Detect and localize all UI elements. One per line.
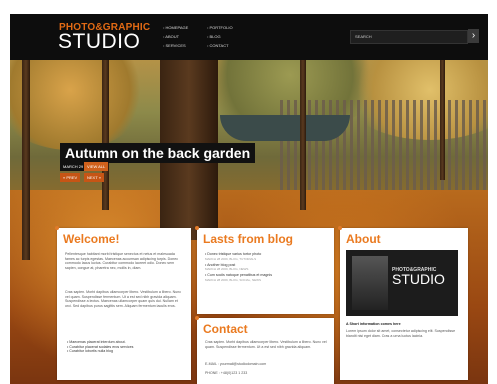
tree-trunk	[102, 60, 109, 210]
search-placeholder: SEARCH	[355, 34, 372, 39]
list-item[interactable]: Curabitur lobortis nulla blog	[67, 349, 133, 354]
prev-slide-button[interactable]: « PREV	[60, 173, 81, 182]
nav-about[interactable]: ABOUT	[163, 32, 188, 41]
blog-panel: Lasts from blog Donec tristique varius t…	[195, 226, 334, 314]
nav-services[interactable]: SERVICES	[163, 41, 188, 50]
blog-title: Lasts from blog	[203, 232, 294, 246]
boat	[220, 115, 350, 141]
list-item[interactable]: Maecenas placerat interdum about.	[67, 340, 133, 345]
welcome-list: Maecenas placerat interdum about. Curabi…	[67, 340, 133, 354]
logo[interactable]: STUDIO	[58, 31, 140, 53]
about-image: PHOTO&GRAPHIC STUDIO	[346, 250, 458, 316]
welcome-paragraph: Pellentesque habitant morbi tristique se…	[65, 252, 179, 270]
nav-portfolio[interactable]: PORTFOLIO	[207, 23, 233, 32]
nav-contact[interactable]: CONTACT	[207, 41, 233, 50]
contact-email[interactable]: E-MAIL : yourmail@studiodomain.com	[205, 362, 329, 367]
welcome-paragraph: Cras sapien. Morbi dapibus ullamcorper l…	[65, 290, 182, 308]
welcome-panel: Welcome! Pellentesque habitant morbi tri…	[55, 226, 191, 380]
about-heading: A Short information comes here	[346, 322, 401, 326]
contact-title: Contact	[203, 322, 248, 336]
about-text: Lorem ipsum dolor sit amet, consectetur …	[346, 329, 456, 338]
nav-blog[interactable]: BLOG	[207, 32, 233, 41]
about-title: About	[346, 232, 381, 246]
tree-trunk	[22, 60, 30, 260]
nav-column: PORTFOLIO BLOG CONTACT	[207, 23, 233, 50]
blog-post-meta: MARCH 28 2009, BLOG, SOCIAL, NEWS	[205, 277, 262, 282]
site-header: PHOTO&GRAPHIC STUDIO HOMEPAGE ABOUT SERV…	[10, 14, 488, 60]
about-panel: About PHOTO&GRAPHIC STUDIO A Short infor…	[338, 226, 468, 380]
nav-homepage[interactable]: HOMEPAGE	[163, 23, 189, 32]
fence	[280, 100, 488, 190]
about-logo: STUDIO	[392, 271, 445, 287]
view-all-button[interactable]: VIEW ALL	[84, 162, 109, 171]
tree-trunk	[440, 60, 445, 180]
search-button[interactable]: ›	[468, 29, 479, 43]
contact-phone: PHONE : +48(0)123 1 233	[205, 371, 248, 375]
search-input[interactable]: SEARCH	[350, 30, 468, 44]
page: PHOTO&GRAPHIC STUDIO HOMEPAGE ABOUT SERV…	[0, 0, 497, 384]
contact-text: Cras sapien. Morbi dapibus ullamcorper l…	[205, 340, 327, 349]
foliage	[10, 60, 150, 150]
slide-caption: Autumn on the back garden	[60, 143, 256, 163]
welcome-title: Welcome!	[63, 232, 120, 246]
contact-panel: Contact Cras sapien. Morbi dapibus ullam…	[195, 316, 334, 384]
blog-list: Donec tristique varius tortor photo MARC…	[205, 252, 329, 282]
nav-column: HOMEPAGE ABOUT SERVICES	[163, 23, 188, 50]
next-slide-button[interactable]: NEXT »	[84, 173, 104, 182]
portrait-photo	[352, 256, 388, 310]
tree-trunk	[300, 60, 306, 210]
